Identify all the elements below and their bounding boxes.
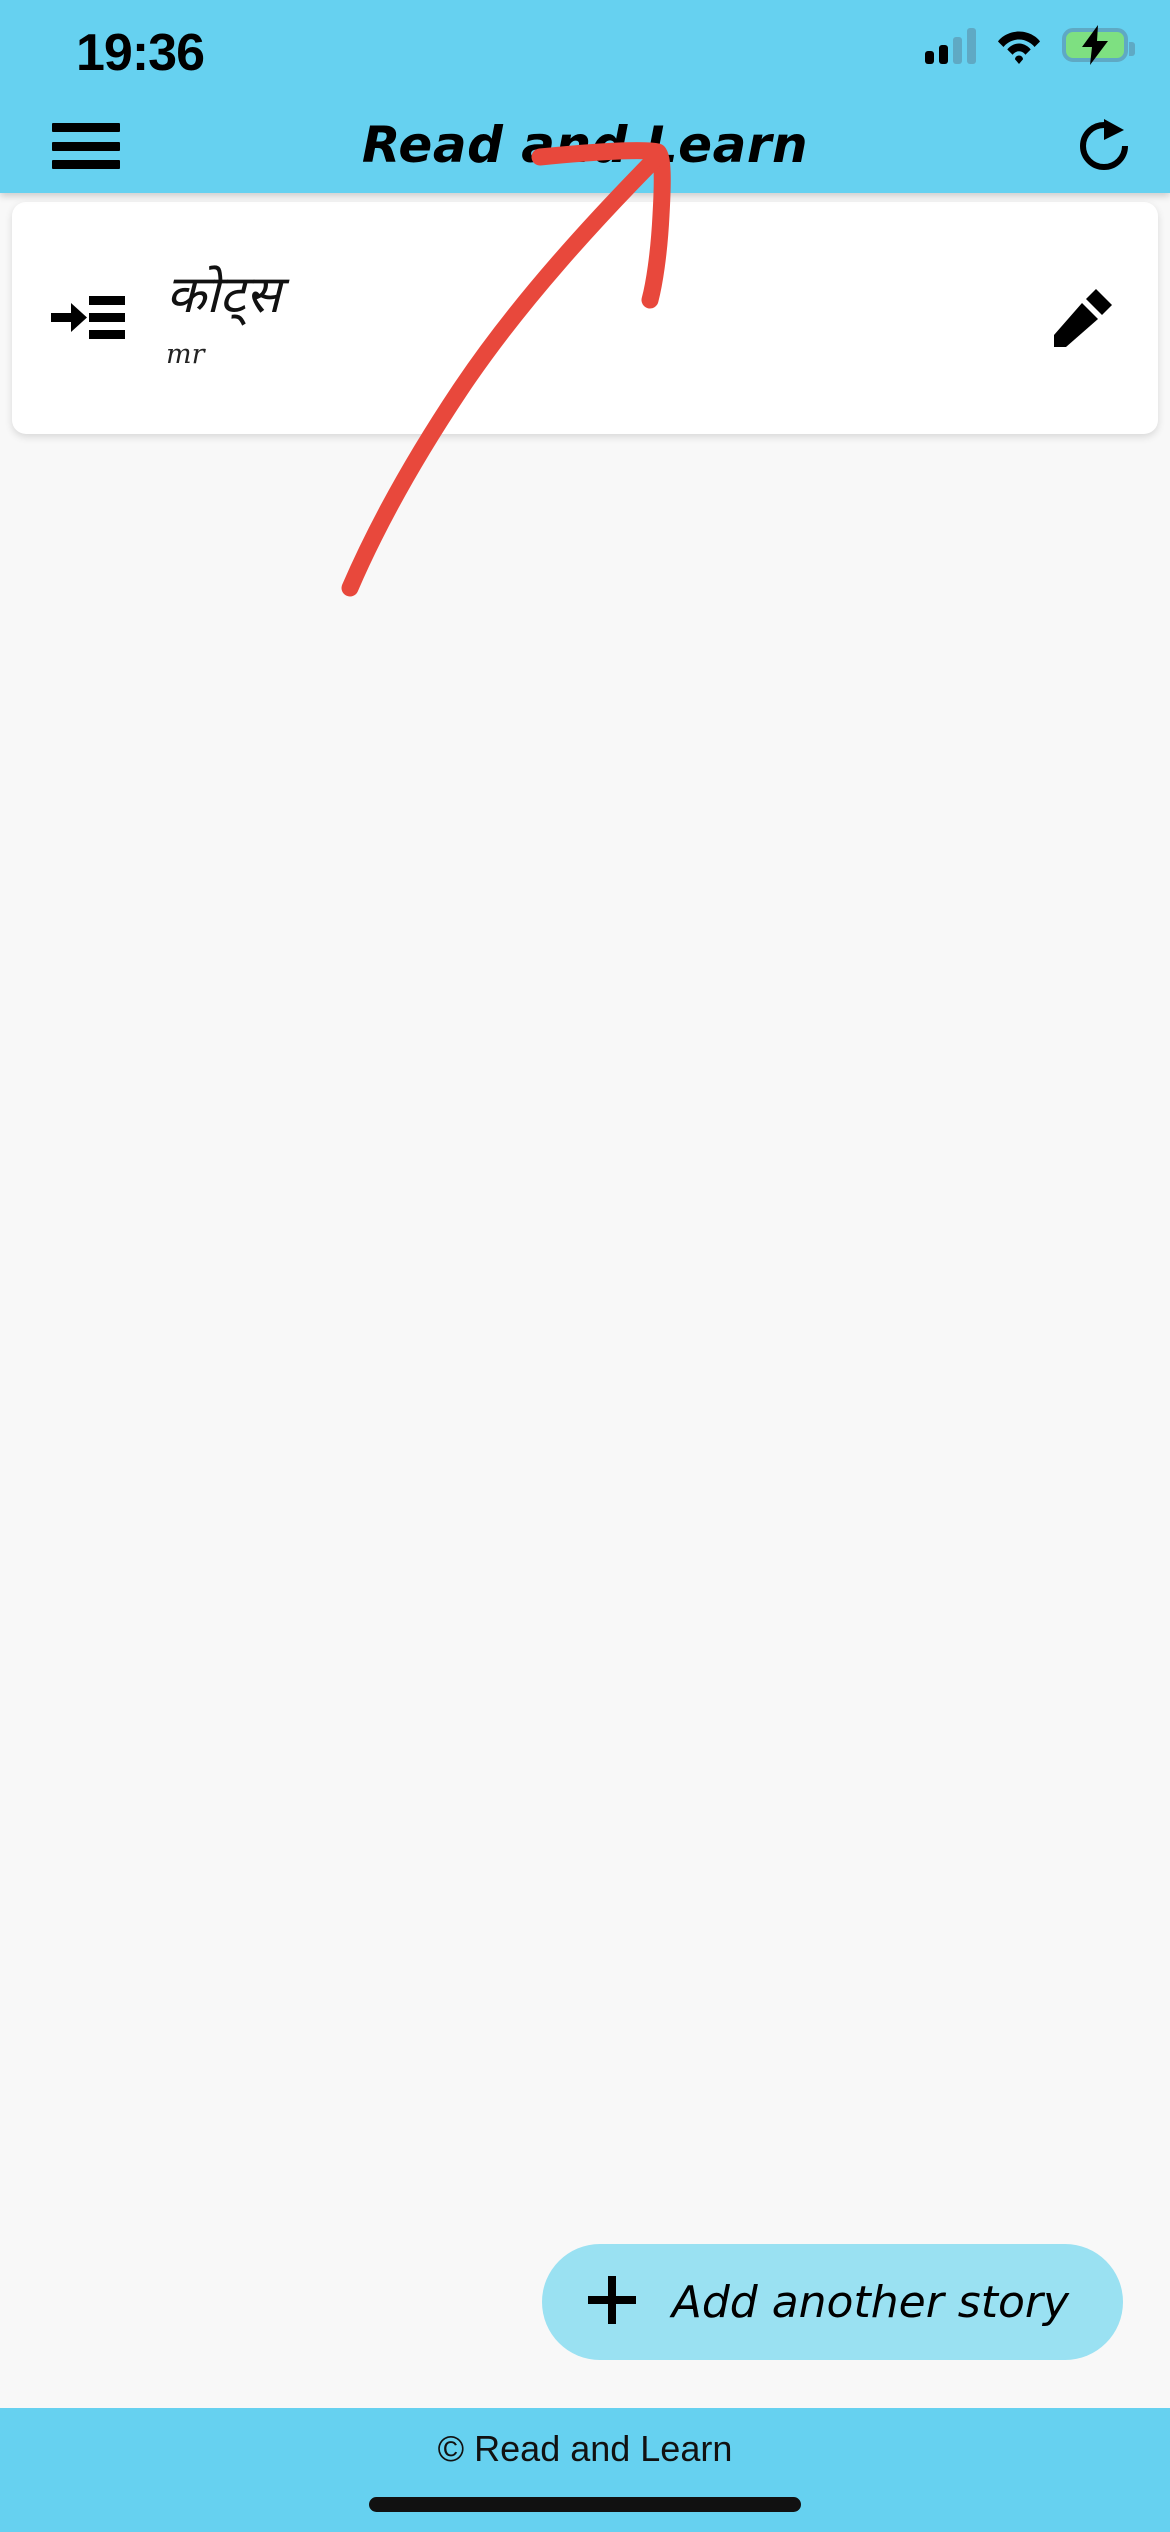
story-language-code: mr — [166, 339, 205, 371]
battery-charging-icon — [1062, 25, 1135, 65]
home-indicator[interactable] — [369, 2497, 801, 2512]
story-list: कोट्स mr — [0, 197, 1170, 434]
footer-copyright: © Read and Learn — [437, 2428, 733, 2469]
add-another-story-label: Add another story — [671, 2276, 1069, 2328]
cellular-signal-icon — [925, 26, 976, 64]
phone-screen: 19:36 Read and Learn कोट्स mr Add anothe… — [0, 0, 1170, 2532]
story-text-block: कोट्स mr — [164, 264, 1008, 371]
arrow-into-list-icon — [12, 293, 164, 343]
app-title: Read and Learn — [361, 116, 809, 174]
plus-icon — [586, 2274, 638, 2331]
story-title: कोट्स — [166, 264, 281, 325]
app-bar: Read and Learn — [0, 97, 1170, 193]
status-clock: 19:36 — [76, 24, 205, 82]
story-card[interactable]: कोट्स mr — [12, 202, 1158, 434]
refresh-icon[interactable] — [1076, 119, 1132, 175]
status-bar: 19:36 — [0, 0, 1170, 97]
wifi-icon — [997, 26, 1041, 64]
add-another-story-button[interactable]: Add another story — [541, 2244, 1123, 2360]
pencil-edit-icon[interactable] — [1008, 287, 1158, 349]
footer-bar: © Read and Learn — [0, 2408, 1170, 2532]
status-icon-group — [925, 25, 1135, 65]
